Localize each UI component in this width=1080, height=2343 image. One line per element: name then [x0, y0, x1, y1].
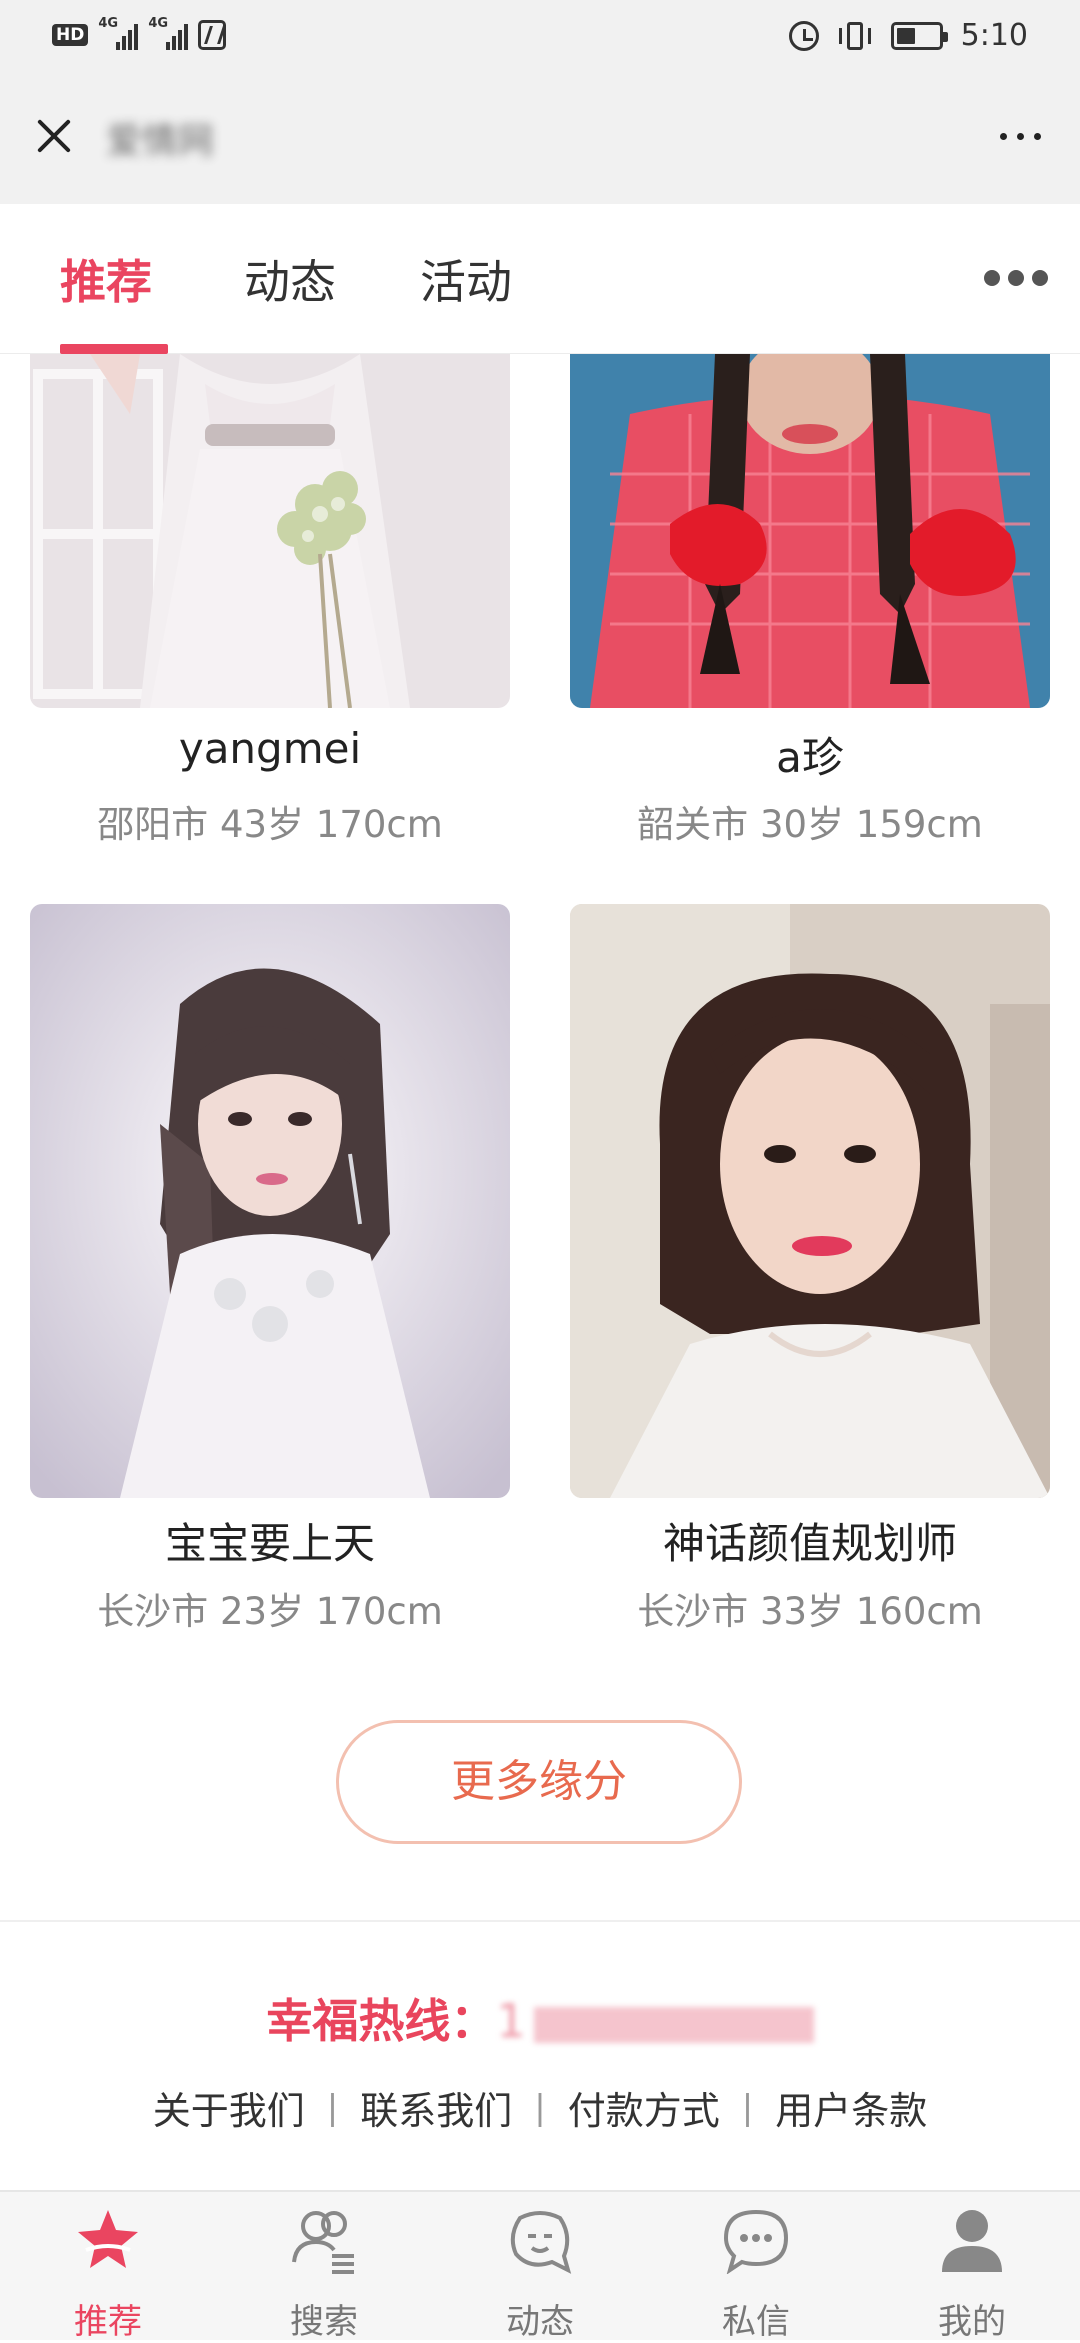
profile-name: a珍 — [776, 733, 844, 782]
more-menu-icon[interactable] — [990, 116, 1050, 156]
link-payment-methods[interactable]: 付款方式 — [568, 2080, 720, 2135]
moments-icon — [510, 2211, 572, 2274]
signal-icon-2: 4G — [148, 16, 189, 50]
more-matches-button[interactable]: 更多缘分 — [336, 1720, 742, 1844]
profile-icon — [942, 2210, 1002, 2272]
vibrate-icon — [837, 20, 873, 52]
profile-card[interactable]: 宝宝要上天 长沙市 23岁 170cm — [30, 904, 510, 1654]
hotline-number-blurred — [533, 2006, 814, 2043]
nav-label: 搜索 — [290, 2302, 358, 2342]
link-user-terms[interactable]: 用户条款 — [775, 2080, 927, 2135]
footer-links: 关于我们 | 联系我们 | 付款方式 | 用户条款 — [0, 2080, 1080, 2135]
hd-badge: HD — [52, 24, 89, 46]
profile-name: 宝宝要上天 — [164, 1519, 375, 1568]
status-bar: HD 4G 4G 5:10 — [0, 0, 1080, 72]
nav-label: 我的 — [938, 2302, 1006, 2342]
profile-photo[interactable] — [570, 904, 1050, 1498]
hotline: 幸福热线：1 — [0, 1985, 1080, 2051]
hotline-number[interactable]: 1 — [496, 1994, 525, 2048]
profile-card[interactable]: a珍 韶关市 30岁 159cm — [570, 354, 1050, 874]
tab-moments[interactable]: 动态 — [244, 246, 336, 312]
tabs-more-icon[interactable] — [984, 270, 1048, 286]
tab-bar: 推荐 动态 活动 — [0, 204, 1080, 354]
profile-photo[interactable] — [30, 354, 510, 708]
nav-item-messages[interactable]: 私信 — [648, 2200, 864, 2342]
tab-activities[interactable]: 活动 — [420, 246, 512, 312]
profile-name: 神话颜值规划师 — [662, 1519, 957, 1568]
alarm-icon — [788, 20, 819, 51]
nav-label: 推荐 — [74, 2302, 142, 2342]
close-icon[interactable] — [26, 106, 82, 162]
tab-active-indicator — [60, 344, 168, 354]
clock: 5:10 — [960, 18, 1028, 53]
page-title: 爱情网 — [106, 121, 215, 162]
link-contact-us[interactable]: 联系我们 — [360, 2080, 512, 2135]
nav-item-me[interactable]: 我的 — [864, 2200, 1080, 2342]
divider — [0, 1920, 1080, 1922]
signal-icon: 4G — [98, 16, 139, 50]
status-right: 5:10 — [788, 18, 1028, 53]
bottom-nav: 推荐 搜索 动态 私信 我的 — [0, 2190, 1080, 2342]
chat-icon — [723, 2209, 789, 2274]
profile-info: 邵阳市 43岁 170cm — [97, 803, 443, 846]
profile-info: 长沙市 33岁 160cm — [637, 1590, 983, 1633]
profile-photo[interactable] — [30, 904, 510, 1498]
link-separator: | — [326, 2087, 339, 2128]
profile-card[interactable]: 神话颜值规划师 长沙市 33岁 160cm — [570, 904, 1050, 1654]
nav-label: 动态 — [506, 2302, 574, 2342]
link-about-us[interactable]: 关于我们 — [153, 2080, 305, 2135]
profile-name: yangmei — [178, 724, 362, 773]
nav-item-search[interactable]: 搜索 — [216, 2200, 432, 2342]
nfc-icon — [198, 20, 227, 50]
nav-item-recommend[interactable]: 推荐 — [0, 2200, 216, 2342]
nav-label: 私信 — [722, 2302, 790, 2342]
profile-photo[interactable] — [570, 354, 1050, 708]
star-icon — [78, 2210, 138, 2268]
link-separator: | — [534, 2087, 546, 2128]
main-content: yangmei 邵阳市 43岁 170cm a珍 韶关市 30岁 159cm 宝… — [0, 354, 1080, 2190]
battery-icon — [890, 21, 948, 50]
search-people-icon — [292, 2211, 354, 2274]
profile-info: 长沙市 23岁 170cm — [97, 1590, 443, 1633]
title-bar: 爱情网 — [0, 72, 1080, 204]
link-separator: | — [741, 2087, 754, 2128]
profile-card[interactable]: yangmei 邵阳市 43岁 170cm — [30, 354, 510, 874]
status-left: HD 4G 4G — [52, 16, 227, 50]
nav-item-moments[interactable]: 动态 — [432, 2200, 648, 2342]
tab-recommend[interactable]: 推荐 — [60, 246, 152, 312]
hotline-label: 幸福热线： — [266, 1994, 497, 2048]
profile-info: 韶关市 30岁 159cm — [637, 803, 983, 846]
